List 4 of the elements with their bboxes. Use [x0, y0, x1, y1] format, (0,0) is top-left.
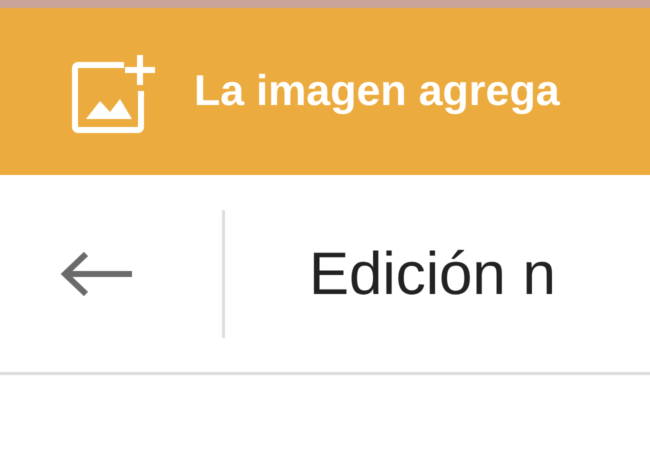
- add-image-icon: [72, 54, 156, 132]
- page-title: Edición n: [309, 239, 556, 308]
- back-arrow-icon[interactable]: [60, 250, 134, 296]
- banner-message: La imagen agrega: [194, 67, 560, 116]
